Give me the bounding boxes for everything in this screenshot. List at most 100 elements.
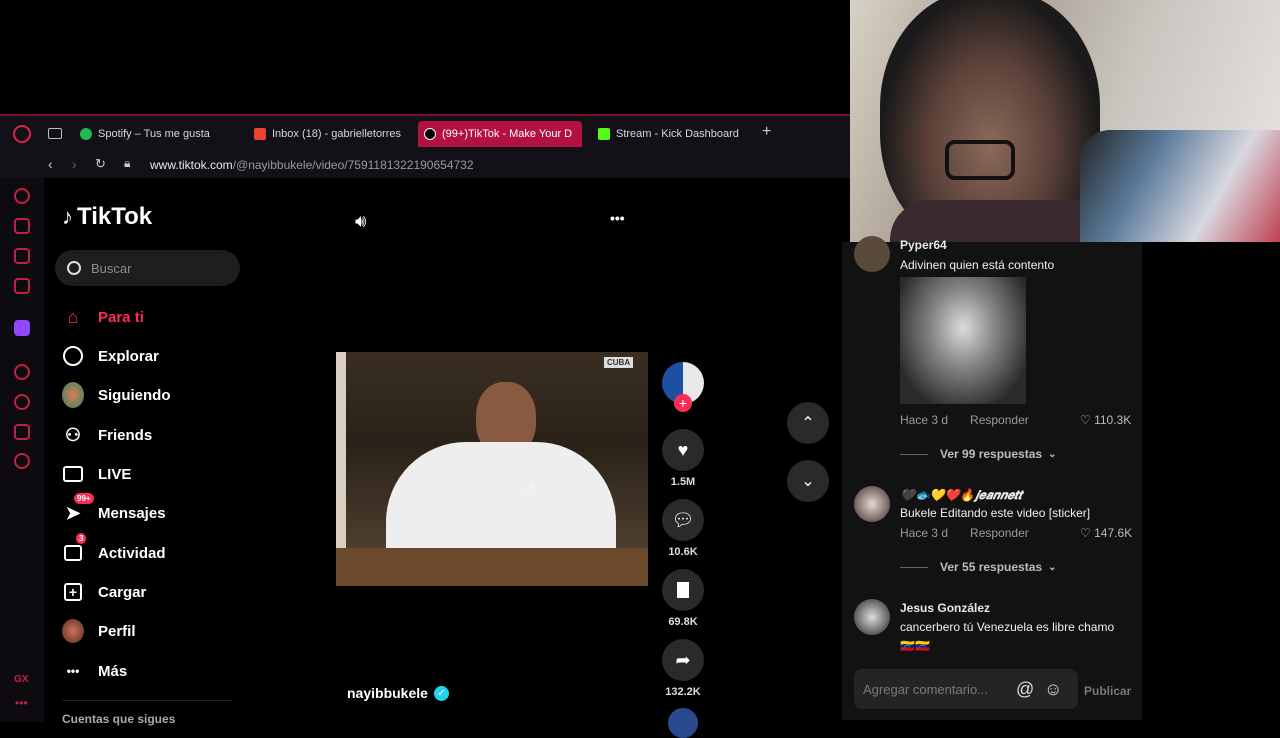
comment-image[interactable] (900, 277, 1026, 404)
tiktok-icon (424, 128, 436, 140)
tab-bar: Spotify – Tus me gusta Inbox (18) - gabr… (0, 116, 850, 150)
more-dots-icon: ••• (66, 664, 80, 678)
nav-label: Friends (98, 426, 153, 444)
comment-button[interactable]: 💬︎ (662, 499, 704, 541)
tab-gmail[interactable]: Inbox (18) - gabrielletorres (248, 121, 408, 147)
follow-plus-button[interactable]: + (674, 394, 692, 412)
comment-time: Hace 3 d (900, 413, 949, 427)
search-input[interactable]: Buscar (55, 250, 240, 286)
more-options-icon[interactable]: ••• (610, 210, 625, 226)
tab-sidebar-icon[interactable] (48, 128, 62, 139)
tab-label: Stream - Kick Dashboard (616, 128, 739, 140)
author-name-row[interactable]: nayibbukele ✓ (347, 685, 449, 701)
share-button[interactable]: ➦ (662, 639, 704, 681)
url-field[interactable]: www.tiktok.com/@nayibbukele/video/759118… (150, 158, 474, 172)
author-name: nayibbukele (347, 685, 428, 701)
chevron-down-icon: ⌄ (1048, 561, 1057, 573)
previous-video-button[interactable]: ⌃ (787, 402, 829, 444)
likes-count: 147.6K (1094, 526, 1133, 540)
comments-count: 10.6K (668, 546, 698, 558)
forward-icon[interactable]: › (72, 156, 77, 172)
nav-label: Para ti (98, 308, 144, 326)
heart-outline-icon: ♡ (1080, 413, 1095, 427)
reload-icon[interactable]: ↻ (95, 156, 106, 172)
nav-actividad[interactable]: 3 Actividad (62, 533, 166, 564)
nav-label: Explorar (98, 347, 159, 365)
cleaner-icon[interactable] (14, 218, 30, 234)
comment-author[interactable]: Jesus González (900, 601, 990, 615)
avatar[interactable] (854, 599, 890, 635)
volume-icon[interactable]: 🔊︎ (355, 211, 366, 232)
background-clothes (1080, 130, 1280, 242)
search-placeholder: Buscar (91, 260, 132, 276)
twitch-icon[interactable] (14, 320, 30, 336)
video-player[interactable]: CUBA ☝︎ (336, 352, 648, 586)
avatar[interactable] (854, 236, 890, 272)
next-author-avatar[interactable] (668, 708, 698, 738)
nav-friends[interactable]: ⚇ Friends (62, 424, 152, 446)
lock-icon: 🔒︎ (124, 156, 131, 170)
reply-link[interactable]: Responder (970, 526, 1029, 540)
view-replies-button[interactable]: Ver 55 respuestas ⌄ (900, 560, 1056, 574)
history-icon[interactable] (14, 394, 30, 410)
logo-text: TikTok (77, 203, 153, 230)
address-bar: ‹ › ↻ 🔒︎ www.tiktok.com/@nayibbukele/vid… (0, 150, 850, 178)
extensions-icon[interactable] (14, 424, 30, 440)
view-replies-button[interactable]: Ver 99 respuestas ⌄ (900, 447, 1056, 461)
nav-explorar[interactable]: Explorar (62, 345, 159, 367)
tiktok-logo[interactable]: ♪ TikTok (62, 203, 152, 231)
reply-link[interactable]: Responder (970, 413, 1029, 427)
speaker-figure (376, 372, 626, 572)
url-path: /@nayibbukele/video/7591181322190654732 (232, 158, 474, 172)
nav-para-ti[interactable]: ⌂ Para ti (62, 306, 144, 328)
nav-live[interactable]: LIVE (62, 463, 131, 485)
save-button[interactable] (662, 569, 704, 611)
news-icon[interactable] (14, 248, 30, 264)
tab-label: (99+)TikTok - Make Your D (442, 128, 573, 140)
settings-icon[interactable] (14, 453, 30, 469)
upload-icon: + (62, 581, 84, 603)
nav-label: Perfil (98, 622, 136, 640)
publish-button[interactable]: Publicar (1084, 684, 1131, 698)
speed-dial-icon[interactable] (14, 188, 30, 204)
comment-likes[interactable]: ♡ 110.3K (1080, 413, 1131, 427)
new-tab-button[interactable]: + (762, 123, 771, 141)
nav-label: LIVE (98, 465, 132, 483)
nav-mas[interactable]: ••• Más (62, 660, 128, 682)
streamer-glasses (945, 140, 1015, 180)
opera-sidebar: GX ••• (0, 178, 44, 722)
heart-outline-icon: ♡ (1080, 526, 1095, 540)
comment-author[interactable]: 🖤🐟💛❤️🔥𝒋𝒆𝒂𝒏𝒏𝒆𝒕𝒕 (900, 488, 1022, 503)
activity-icon: 3 (62, 533, 87, 564)
back-icon[interactable]: ‹ (48, 156, 53, 172)
gx-label[interactable]: GX (14, 674, 28, 685)
comment-meta: Hace 3 d Responder (900, 413, 1051, 427)
avatar[interactable] (854, 486, 890, 522)
more-dots-icon[interactable]: ••• (15, 696, 28, 710)
mention-icon[interactable]: @ (1016, 679, 1034, 700)
nav-mensajes[interactable]: ➤ 99+ Mensajes (62, 493, 166, 524)
comment-author[interactable]: Pyper64 (900, 238, 947, 252)
comment-input[interactable]: Agregar comentario... @ ☺ (854, 669, 1078, 709)
tab-spotify[interactable]: Spotify – Tus me gusta (74, 121, 236, 147)
comment-likes[interactable]: ♡ 147.6K (1080, 526, 1132, 540)
mouse-cursor-icon: ☝︎ (526, 480, 535, 496)
nav-perfil[interactable]: Perfil (62, 619, 136, 643)
tab-kick[interactable]: Stream - Kick Dashboard (592, 121, 752, 147)
player-icon[interactable] (14, 364, 30, 380)
webcam-overlay (850, 0, 1280, 242)
nav-siguiendo[interactable]: Siguiendo (62, 382, 171, 408)
nav-cargar[interactable]: + Cargar (62, 581, 146, 603)
comments-panel: Pyper64 Adivinen quien está contento Hac… (842, 236, 1142, 720)
comment-meta: Hace 3 d Responder (900, 526, 1051, 540)
comment-time: Hace 3 d (900, 526, 949, 540)
nav-label: Cargar (98, 583, 147, 601)
messenger-icon[interactable] (14, 278, 30, 294)
shares-count: 132.2K (665, 686, 701, 698)
tab-tiktok[interactable]: (99+)TikTok - Make Your D (418, 121, 582, 147)
next-video-button[interactable]: ⌄ (787, 460, 829, 502)
heart-icon: ♥ (677, 439, 689, 460)
emoji-icon[interactable]: ☺ (1044, 679, 1062, 700)
opera-logo-icon[interactable] (13, 125, 31, 143)
like-button[interactable]: ♥ (662, 429, 704, 471)
